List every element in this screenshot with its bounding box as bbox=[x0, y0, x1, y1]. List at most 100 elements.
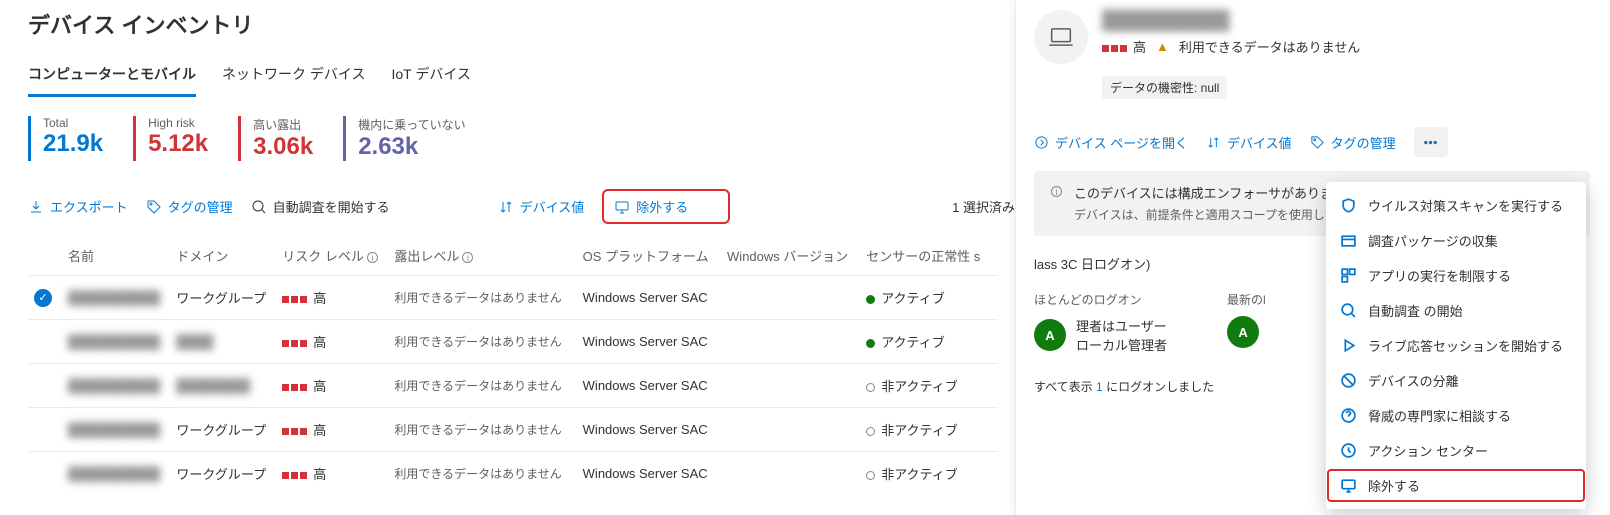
magnify-icon bbox=[251, 199, 267, 215]
cell-winver bbox=[727, 364, 866, 408]
tab-bar: コンピューターとモバイル ネットワーク デバイス IoT デバイス bbox=[28, 56, 1015, 98]
ellipsis-icon bbox=[1423, 135, 1438, 150]
arrow-right-icon bbox=[1034, 135, 1049, 150]
cell-name: ██████████ bbox=[68, 466, 160, 481]
menu-exclude[interactable]: 除外する bbox=[1326, 468, 1586, 503]
cell-winver bbox=[727, 320, 866, 364]
row-selected-icon[interactable]: ✓ bbox=[34, 289, 52, 307]
stat-high-exposure: 高い露出3.06k bbox=[238, 116, 313, 161]
cell-name: ██████████ bbox=[68, 290, 160, 305]
monitor-icon bbox=[614, 199, 630, 215]
show-all-link[interactable]: 1 bbox=[1096, 380, 1103, 394]
laptop-icon bbox=[1034, 10, 1088, 64]
table-row[interactable]: ✓██████████ワークグループ高利用できるデータはありませんWindows… bbox=[28, 276, 998, 320]
stat-total: Total21.9k bbox=[28, 116, 103, 161]
col-risk[interactable]: リスク レベルi bbox=[282, 236, 394, 276]
menu-action-center[interactable]: アクション センター bbox=[1326, 433, 1586, 468]
cell-sensor: アクティブ bbox=[866, 276, 998, 320]
col-sensor[interactable]: センサーの正常性 s bbox=[866, 236, 998, 276]
tag-manage[interactable]: タグの管理 bbox=[1310, 133, 1396, 152]
col-exposure[interactable]: 露出レベルi bbox=[394, 236, 582, 276]
menu-collect-package[interactable]: 調査パッケージの収集 bbox=[1326, 223, 1586, 258]
cell-domain: ワークグループ bbox=[176, 291, 266, 306]
auto-investigate-button[interactable]: 自動調査を開始する bbox=[251, 197, 390, 216]
table-row[interactable]: ██████████ ワークグループ 高利用できるデータはありませんWindows … bbox=[28, 452, 998, 496]
open-device-page[interactable]: デバイス ページを開く bbox=[1034, 133, 1188, 152]
col-domain[interactable]: ドメイン bbox=[176, 236, 282, 276]
tab-network[interactable]: ネットワーク デバイス bbox=[222, 56, 365, 97]
stat-high-risk: High risk5.12k bbox=[133, 116, 208, 161]
cell-domain: ████ bbox=[176, 334, 213, 349]
tag-icon bbox=[146, 199, 162, 215]
actions-menu: ウイルス対策スキャンを実行する 調査パッケージの収集 アプリの実行を制限する 自… bbox=[1326, 182, 1586, 509]
table-row[interactable]: ██████████████高利用できるデータはありませんWindows Ser… bbox=[28, 320, 998, 364]
menu-isolate-device[interactable]: デバイスの分離 bbox=[1326, 363, 1586, 398]
tag-icon bbox=[1310, 135, 1325, 150]
device-value[interactable]: デバイス値 bbox=[1206, 133, 1292, 152]
exposure-text: 利用できるデータはありません bbox=[1179, 37, 1360, 56]
sensitivity-pill: データの機密性: null bbox=[1102, 76, 1227, 99]
most-logon-title: ほとんどのログオン bbox=[1034, 291, 1167, 308]
cell-winver bbox=[727, 452, 866, 496]
menu-auto-investigate[interactable]: 自動調査 の開始 bbox=[1326, 293, 1586, 328]
table-row[interactable]: ██████████ワークグループ高利用できるデータはありませんWindows … bbox=[28, 408, 998, 452]
latest-logon-title: 最新のl bbox=[1227, 291, 1269, 308]
magnify-icon bbox=[1340, 302, 1357, 319]
cell-domain: ワークグループ bbox=[176, 423, 266, 438]
monitor-icon bbox=[1340, 477, 1357, 494]
download-icon bbox=[28, 199, 44, 215]
cell-sensor: アクティブ bbox=[866, 320, 998, 364]
clock-icon bbox=[1340, 442, 1357, 459]
sort-icon bbox=[1206, 135, 1221, 150]
cell-name: ██████████ bbox=[68, 334, 160, 349]
cell-risk: 高 bbox=[282, 408, 394, 452]
info-icon: i bbox=[1051, 186, 1062, 197]
cell-exposure: 利用できるデータはありません bbox=[394, 320, 582, 364]
tag-manage-button[interactable]: タグの管理 bbox=[146, 197, 233, 216]
menu-threat-expert[interactable]: 脅威の専門家に相談する bbox=[1326, 398, 1586, 433]
tab-iot[interactable]: IoT デバイス bbox=[391, 56, 470, 97]
cell-risk: 高 bbox=[282, 364, 394, 408]
cell-sensor: 非アクティブ bbox=[866, 364, 998, 408]
cell-exposure: 利用できるデータはありません bbox=[394, 276, 582, 320]
cell-risk: 高 bbox=[282, 276, 394, 320]
table-row[interactable]: ██████████████████高利用できるデータはありませんWindows… bbox=[28, 364, 998, 408]
cell-exposure: 利用できるデータはありません bbox=[394, 364, 582, 408]
info-icon: i bbox=[367, 252, 378, 263]
stat-not-onboarded: 機内に乗っていない2.63k bbox=[343, 116, 465, 161]
device-value-button[interactable]: デバイス値 bbox=[498, 197, 585, 216]
cell-sensor: 非アクティブ bbox=[866, 452, 998, 496]
cell-sensor: 非アクティブ bbox=[866, 408, 998, 452]
cell-platform: Windows Server SAC bbox=[583, 452, 727, 496]
export-button[interactable]: エクスポート bbox=[28, 197, 128, 216]
selected-count: 1 選択済み bbox=[952, 197, 1015, 216]
cell-domain: ワークグループ bbox=[176, 467, 266, 482]
col-platform[interactable]: OS プラットフォーム bbox=[583, 236, 727, 276]
most-logon-user[interactable]: A 理者はユーザーローカル管理者 bbox=[1034, 316, 1167, 354]
menu-run-av-scan[interactable]: ウイルス対策スキャンを実行する bbox=[1326, 188, 1586, 223]
package-icon bbox=[1340, 232, 1357, 249]
block-icon bbox=[1340, 372, 1357, 389]
cell-domain: ████████ bbox=[176, 378, 250, 393]
cell-exposure: 利用できるデータはありません bbox=[394, 408, 582, 452]
cell-exposure: 利用できるデータはありません bbox=[394, 452, 582, 496]
tab-computers[interactable]: コンピューターとモバイル bbox=[28, 56, 196, 97]
menu-restrict-apps[interactable]: アプリの実行を制限する bbox=[1326, 258, 1586, 293]
latest-logon-user[interactable]: A bbox=[1227, 316, 1269, 348]
sort-icon bbox=[498, 199, 514, 215]
device-flyout: ██████████ 高 ▲ 利用できるデータはありません データの機密性: n… bbox=[1015, 0, 1610, 515]
shield-icon bbox=[1340, 197, 1357, 214]
more-actions-button[interactable] bbox=[1414, 127, 1448, 157]
col-winver[interactable]: Windows バージョン bbox=[727, 236, 866, 276]
cell-platform: Windows Server SAC bbox=[583, 320, 727, 364]
cell-risk: 高 bbox=[282, 452, 394, 496]
exclude-button[interactable]: 除外する bbox=[602, 189, 730, 224]
cell-winver bbox=[727, 276, 866, 320]
menu-live-response[interactable]: ライブ応答セッションを開始する bbox=[1326, 328, 1586, 363]
warning-icon: ▲ bbox=[1156, 39, 1169, 54]
col-name[interactable]: 名前 bbox=[68, 236, 176, 276]
risk-indicator: 高 bbox=[1102, 37, 1146, 56]
avatar: A bbox=[1227, 316, 1259, 348]
page-title: デバイス インベントリ bbox=[28, 8, 1015, 40]
play-icon bbox=[1340, 337, 1357, 354]
